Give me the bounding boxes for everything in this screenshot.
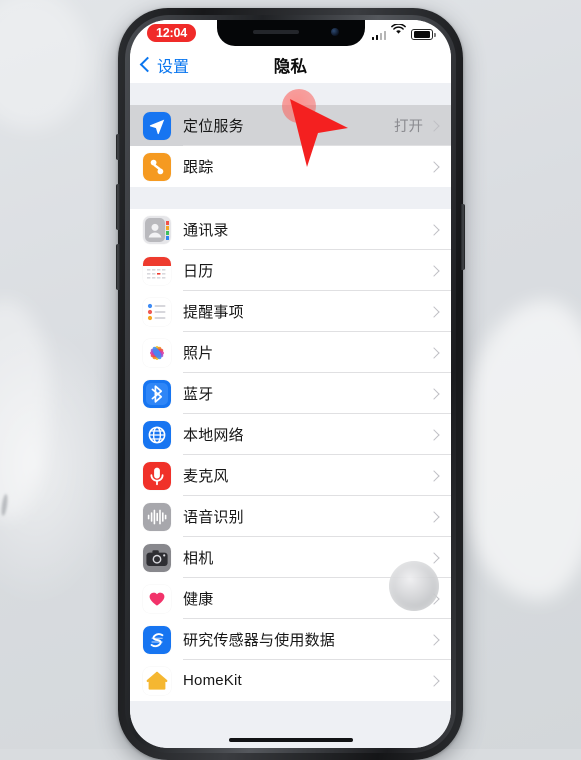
home-indicator-bar[interactable] xyxy=(229,738,353,743)
list-item-accessory xyxy=(430,349,451,357)
status-bar-indicators xyxy=(372,27,436,40)
wifi-icon xyxy=(391,22,406,40)
back-button-label: 设置 xyxy=(157,53,189,77)
chevron-right-icon xyxy=(428,470,439,481)
local-network-icon xyxy=(143,421,171,449)
list-item-label: HomeKit xyxy=(183,672,242,689)
chevron-right-icon xyxy=(428,161,439,172)
list-item-label: 通讯录 xyxy=(183,219,229,240)
bluetooth-icon xyxy=(143,380,171,408)
chevron-right-icon xyxy=(428,429,439,440)
list-item-research-sensor[interactable]: 研究传感器与使用数据 xyxy=(130,619,451,660)
chevron-right-icon xyxy=(428,265,439,276)
speech-recognition-icon xyxy=(143,503,171,531)
battery-icon xyxy=(411,29,436,40)
list-item-bluetooth[interactable]: 蓝牙 xyxy=(130,373,451,414)
chevron-right-icon xyxy=(428,634,439,645)
chevron-right-icon xyxy=(428,306,439,317)
power-side-button[interactable] xyxy=(461,204,465,270)
contacts-icon xyxy=(143,216,171,244)
list-item-accessory: 打开 xyxy=(394,115,451,136)
list-item-label: 日历 xyxy=(183,260,213,281)
back-button[interactable]: 设置 xyxy=(142,53,189,77)
background-blur-shape-right xyxy=(457,300,581,600)
list-item-local-network[interactable]: 本地网络 xyxy=(130,414,451,455)
list-item-calendar[interactable]: 日历 xyxy=(130,250,451,291)
chevron-right-icon xyxy=(428,511,439,522)
tracking-icon xyxy=(143,153,171,181)
cellular-signal-icon xyxy=(372,31,387,40)
list-group-gap-middle xyxy=(130,187,451,209)
list-item-label: 定位服务 xyxy=(183,115,244,136)
list-item-accessory xyxy=(430,163,451,171)
list-item-accessory xyxy=(430,267,451,275)
background-blur-shape-topleft xyxy=(0,0,90,130)
reminders-icon xyxy=(143,298,171,326)
list-item-label: 提醒事项 xyxy=(183,301,244,322)
list-item-accessory xyxy=(430,226,451,234)
list-item-accessory xyxy=(430,431,451,439)
list-item-speech-recognition[interactable]: 语音识别 xyxy=(130,496,451,537)
chevron-right-icon xyxy=(428,552,439,563)
list-item-accessory xyxy=(430,554,451,562)
photos-icon xyxy=(143,339,171,367)
chevron-right-icon xyxy=(428,388,439,399)
chevron-right-icon xyxy=(428,675,439,686)
chevron-right-icon xyxy=(428,347,439,358)
camera-icon xyxy=(143,544,171,572)
list-item-accessory xyxy=(430,308,451,316)
background-blur-shape-left xyxy=(0,300,50,520)
list-item-label: 蓝牙 xyxy=(183,383,213,404)
list-item-label: 跟踪 xyxy=(183,156,213,177)
status-bar-time-recording-badge: 12:04 xyxy=(147,24,196,42)
list-item-accessory xyxy=(430,636,451,644)
chevron-right-icon xyxy=(428,224,439,235)
front-camera-icon xyxy=(331,28,339,36)
settings-list[interactable]: 定位服务 打开 xyxy=(130,83,451,748)
list-item-label: 语音识别 xyxy=(183,506,244,527)
chevron-left-icon xyxy=(140,56,156,72)
volume-up-button[interactable] xyxy=(116,184,120,230)
list-item-label: 健康 xyxy=(183,588,213,609)
calendar-icon xyxy=(143,257,171,285)
list-item-accessory xyxy=(430,513,451,521)
navigation-bar: 设置 隐私 xyxy=(130,46,451,83)
homekit-icon xyxy=(143,667,171,695)
list-item-accessory xyxy=(430,390,451,398)
phone-screen: 12:04 设置 xyxy=(130,20,451,748)
assistive-touch-button[interactable] xyxy=(389,561,439,611)
list-item-label: 本地网络 xyxy=(183,424,244,445)
list-group-app-permissions: 通讯录 xyxy=(130,209,451,701)
list-item-label: 麦克风 xyxy=(183,465,229,486)
list-item-accessory xyxy=(430,677,451,685)
tap-ripple-indicator xyxy=(282,89,316,123)
phone-device-frame: 12:04 设置 xyxy=(118,8,463,760)
list-item-photos[interactable]: 照片 xyxy=(130,332,451,373)
list-item-contacts[interactable]: 通讯录 xyxy=(130,209,451,250)
health-icon xyxy=(143,585,171,613)
microphone-icon xyxy=(143,462,171,490)
list-item-label: 相机 xyxy=(183,547,213,568)
device-notch xyxy=(217,20,365,46)
list-item-reminders[interactable]: 提醒事项 xyxy=(130,291,451,332)
volume-down-button[interactable] xyxy=(116,244,120,290)
list-item-homekit[interactable]: HomeKit xyxy=(130,660,451,701)
list-item-label: 照片 xyxy=(183,342,213,363)
research-sensor-icon xyxy=(143,626,171,654)
list-item-accessory xyxy=(430,472,451,480)
list-item-label: 研究传感器与使用数据 xyxy=(183,629,335,650)
chevron-right-icon xyxy=(428,120,439,131)
location-services-icon xyxy=(143,112,171,140)
mute-switch-button[interactable] xyxy=(116,134,120,160)
earpiece-speaker-icon xyxy=(253,30,299,34)
list-item-tracking[interactable]: 跟踪 xyxy=(130,146,451,187)
list-item-microphone[interactable]: 麦克风 xyxy=(130,455,451,496)
list-item-value: 打开 xyxy=(394,115,423,136)
